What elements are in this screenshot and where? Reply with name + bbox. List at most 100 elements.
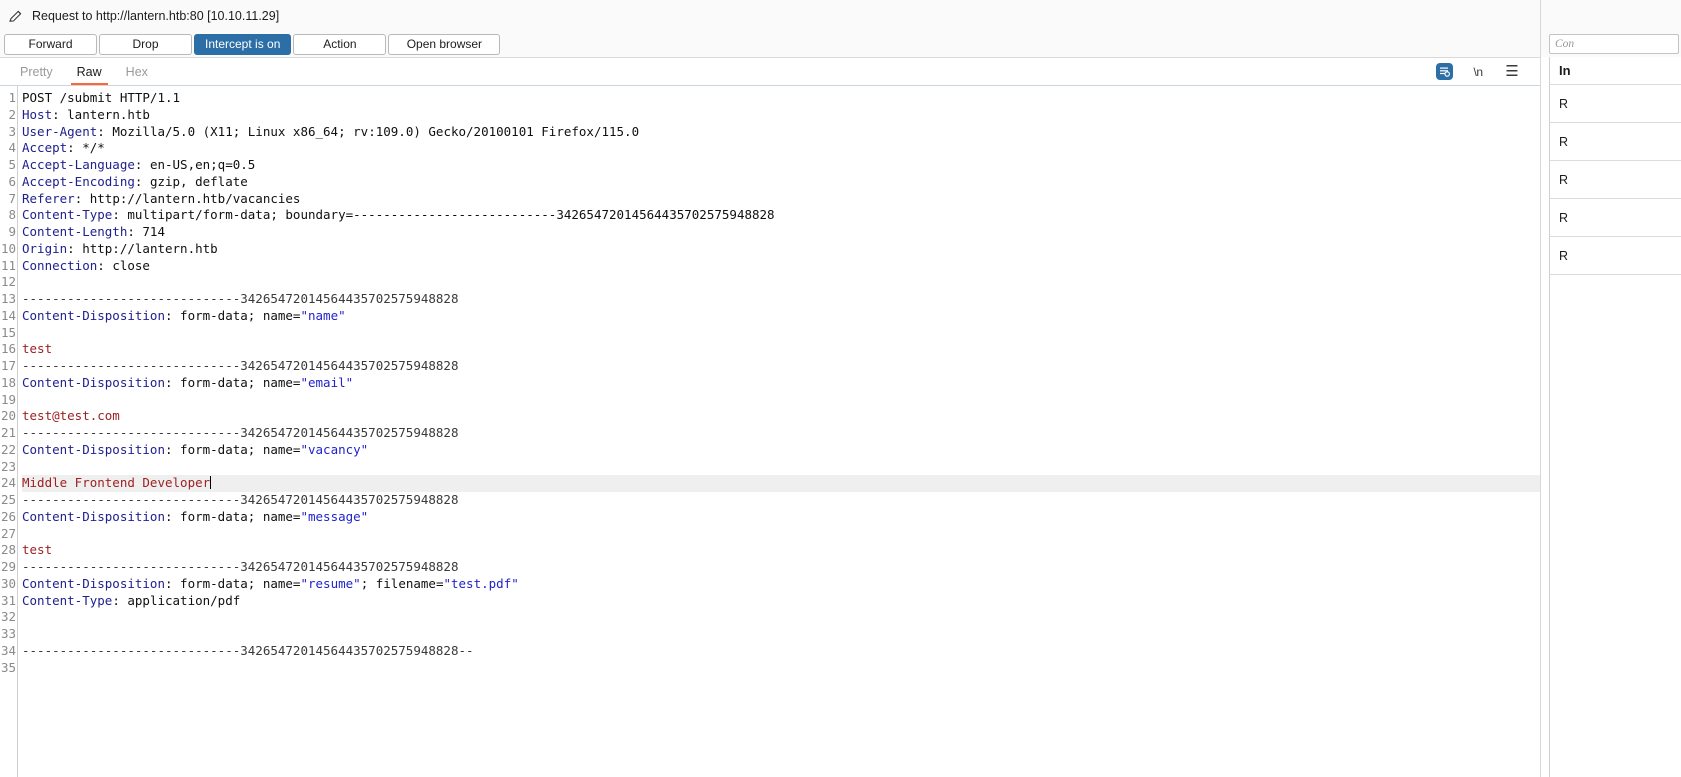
search-input[interactable]: Con: [1549, 34, 1679, 54]
code-line[interactable]: -----------------------------34265472014…: [22, 358, 1540, 375]
code-line[interactable]: User-Agent: Mozilla/5.0 (X11; Linux x86_…: [22, 124, 1540, 141]
code-line[interactable]: Host: lantern.htb: [22, 107, 1540, 124]
code-token: "email": [300, 374, 354, 390]
code-line[interactable]: test: [22, 341, 1540, 358]
line-number: 23: [0, 458, 16, 474]
line-number: 4: [8, 140, 16, 156]
code-line[interactable]: Accept: */*: [22, 140, 1540, 157]
code-token: Middle Frontend Developer: [22, 475, 211, 491]
right-column: Con In R R R R R: [1541, 0, 1681, 777]
code-token: Accept-Language: [22, 157, 135, 172]
open-browser-button[interactable]: Open browser: [388, 33, 501, 55]
code-token: : form-data; name=: [165, 575, 301, 591]
tab-pretty[interactable]: Pretty: [8, 58, 65, 85]
code-line[interactable]: Content-Disposition: form-data; name="me…: [22, 509, 1540, 526]
code-token: : application/pdf: [112, 592, 241, 608]
message-view-tabstrip: Pretty Raw Hex \n ☰: [0, 58, 1540, 85]
line-number: 29: [0, 559, 16, 574]
inspector-row[interactable]: R: [1550, 199, 1681, 237]
newline-toggle-icon[interactable]: \n: [1468, 62, 1488, 82]
code-line[interactable]: Content-Disposition: form-data; name="na…: [22, 308, 1540, 325]
code-line[interactable]: -----------------------------34265472014…: [22, 492, 1540, 509]
line-number: 34: [0, 642, 16, 658]
request-code-area[interactable]: POST /submit HTTP/1.1 Host: lantern.htb Us…: [18, 86, 1540, 777]
code-line[interactable]: Content-Length: 714: [22, 224, 1540, 241]
burp-proxy-intercept-window: Request to http://lantern.htb:80 [10.10.…: [0, 0, 1681, 777]
code-line[interactable]: Content-Type: multipart/form-data; bound…: [22, 207, 1540, 224]
request-title-text: Request to http://lantern.htb:80 [10.10.…: [32, 8, 280, 23]
pencil-icon: [8, 8, 24, 24]
code-line[interactable]: Accept-Encoding: gzip, deflate: [22, 174, 1540, 191]
inspector-row[interactable]: R: [1550, 161, 1681, 199]
code-line[interactable]: Referer: http://lantern.htb/vacancies: [22, 191, 1540, 208]
code-line[interactable]: -----------------------------34265472014…: [22, 643, 1540, 660]
document-format-icon[interactable]: [1434, 62, 1454, 82]
raw-request-editor[interactable]: 1 2 3 4 5 6 7 8 9 10 11 12 13 14 15 16 17 18 19 20 21 22 23 24 2…: [0, 86, 1540, 777]
code-token: test: [22, 542, 53, 558]
code-token: Host: [22, 106, 53, 122]
intercept-toggle-button[interactable]: Intercept is on: [194, 33, 292, 55]
code-line[interactable]: -----------------------------34265472014…: [22, 425, 1540, 442]
code-token: "message": [300, 508, 369, 524]
code-line[interactable]: [22, 660, 1540, 677]
code-line[interactable]: [22, 526, 1540, 543]
code-line[interactable]: Content-Disposition: form-data; name="em…: [22, 375, 1540, 392]
code-token: Accept: [22, 140, 68, 156]
line-number: 30: [0, 575, 16, 591]
code-line[interactable]: test@test.com: [22, 408, 1540, 425]
request-titlebar: Request to http://lantern.htb:80 [10.10.…: [0, 0, 1540, 31]
code-line[interactable]: [22, 392, 1540, 409]
line-number: 21: [0, 425, 16, 440]
line-number: 28: [0, 542, 16, 558]
line-number: 5: [8, 157, 16, 172]
line-number: 6: [8, 173, 16, 189]
inspector-row[interactable]: R: [1550, 85, 1681, 123]
code-line[interactable]: [22, 459, 1540, 476]
code-line[interactable]: Connection: close: [22, 258, 1540, 275]
line-number: 20: [0, 408, 16, 424]
code-line[interactable]: [22, 626, 1540, 643]
code-line[interactable]: -----------------------------34265472014…: [22, 291, 1540, 308]
code-token: "name": [300, 307, 346, 323]
code-line[interactable]: [22, 609, 1540, 626]
line-number: 16: [0, 341, 16, 357]
code-line[interactable]: Middle Frontend Developer: [22, 475, 1540, 492]
code-token: : close: [97, 257, 150, 273]
code-line[interactable]: [22, 325, 1540, 342]
line-number: 3: [8, 123, 16, 139]
text-caret: [210, 476, 212, 490]
code-token: Content-Type: [22, 207, 113, 223]
code-line[interactable]: Content-Disposition: form-data; name="va…: [22, 442, 1540, 459]
menu-icon[interactable]: ☰: [1502, 62, 1522, 82]
tab-raw[interactable]: Raw: [65, 58, 114, 85]
newline-glyph: \n: [1473, 64, 1483, 79]
inspector-row[interactable]: R: [1550, 237, 1681, 275]
code-line[interactable]: -----------------------------34265472014…: [22, 559, 1540, 576]
right-search-row: Con: [1541, 31, 1681, 57]
action-button[interactable]: Action: [293, 33, 387, 55]
line-number: 24: [0, 475, 16, 491]
line-number: 14: [0, 307, 16, 323]
code-token: -----------------------------34265472014…: [22, 559, 459, 574]
code-line[interactable]: Accept-Language: en-US,en;q=0.5: [22, 157, 1540, 174]
code-line[interactable]: Content-Disposition: form-data; name="re…: [22, 576, 1540, 593]
line-number: 33: [0, 626, 16, 641]
drop-button[interactable]: Drop: [99, 33, 192, 55]
code-line[interactable]: Origin: http://lantern.htb: [22, 241, 1540, 258]
code-line[interactable]: Content-Type: application/pdf: [22, 593, 1540, 610]
document-format-glyph: [1435, 63, 1453, 80]
code-line[interactable]: test: [22, 542, 1540, 559]
code-token: Content-Length: [22, 224, 128, 239]
code-line[interactable]: [22, 274, 1540, 291]
code-token: Content-Disposition: [22, 374, 165, 390]
inspector-row[interactable]: R: [1550, 123, 1681, 161]
code-token: test: [22, 341, 53, 357]
code-token: -----------------------------34265472014…: [22, 425, 459, 440]
editor-icon-group: \n ☰: [1434, 58, 1540, 85]
code-token: : en-US,en;q=0.5: [134, 157, 256, 172]
tab-hex[interactable]: Hex: [114, 58, 160, 85]
line-number: 11: [0, 257, 16, 273]
code-line[interactable]: POST /submit HTTP/1.1: [22, 90, 1540, 107]
forward-button[interactable]: Forward: [4, 33, 97, 55]
code-token: : lantern.htb: [52, 106, 150, 122]
